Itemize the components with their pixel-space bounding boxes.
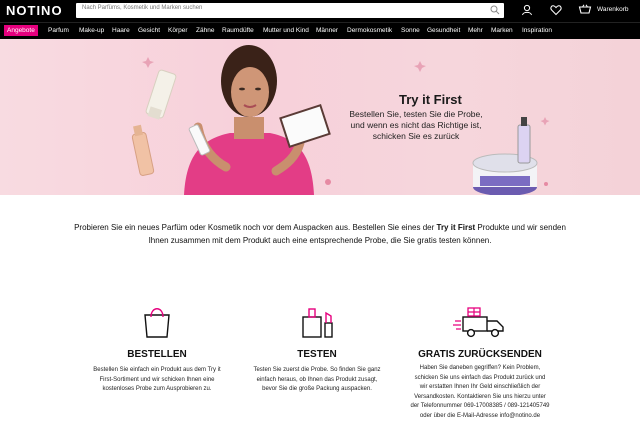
hero-text: Bestellen Sie, testen Sie die Probe, und… <box>349 109 483 141</box>
nav-item[interactable]: Männer <box>316 27 338 34</box>
nav-item[interactable]: Make-up <box>79 27 104 34</box>
shopping-bag-icon <box>144 308 170 338</box>
search-placeholder[interactable]: Nach Parfüms, Kosmetik und Marken suchen <box>82 5 202 11</box>
star-decoration <box>142 57 154 68</box>
cosmetics-icon <box>302 308 333 338</box>
nav-item[interactable]: Raumdüfte <box>222 27 254 34</box>
cart-icon[interactable] <box>578 3 592 17</box>
dot-decoration <box>325 179 331 185</box>
product-serum-bottle <box>131 124 155 176</box>
delivery-truck-icon <box>453 307 504 338</box>
notino-logo[interactable]: NOTINO <box>6 3 63 18</box>
nav-item[interactable]: Inspiration <box>522 27 552 34</box>
intro-text-before: Probieren Sie ein neues Parfüm oder Kosm… <box>74 223 437 232</box>
hero-title: Try it First <box>399 92 462 107</box>
nav-item[interactable]: Sonne <box>401 27 420 34</box>
nav-item[interactable]: Gesundheit <box>427 27 460 34</box>
nav-item[interactable]: Parfum <box>48 27 69 34</box>
hero-illustration <box>131 45 550 195</box>
nav-item[interactable]: Zähne <box>196 27 214 34</box>
nav-item[interactable]: Marken <box>491 27 513 34</box>
nav-item[interactable]: Dermokosmetik <box>347 27 392 34</box>
top-header: NOTINO Nach Parfüms, Kosmetik und Marken… <box>0 0 640 22</box>
dot-decoration <box>544 182 548 186</box>
nav-item-angebote[interactable]: Angebote <box>4 25 38 36</box>
feature-text: Testen Sie zuerst die Probe. So finden S… <box>253 367 381 392</box>
cart-label[interactable]: Warenkorb <box>597 6 629 13</box>
nav-item[interactable]: Mutter und Kind <box>263 27 309 34</box>
user-account-icon[interactable] <box>520 3 534 17</box>
main-navigation: Angebote Parfum Make-up Haare Gesicht Kö… <box>0 22 640 39</box>
search-bar[interactable]: Nach Parfüms, Kosmetik und Marken suchen <box>76 3 504 18</box>
feature-text: Bestellen Sie einfach ein Produkt aus de… <box>93 367 221 392</box>
intro-bold: Try it First <box>436 223 476 232</box>
hero-banner[interactable]: Try it First Bestellen Sie, testen Sie d… <box>0 39 640 195</box>
feature-title: GRATIS ZURÜCKSENDEN <box>418 349 542 360</box>
product-box <box>279 103 331 149</box>
nav-item[interactable]: Körper <box>168 27 188 34</box>
feature-title: BESTELLEN <box>127 349 187 360</box>
nav-item[interactable]: Mehr <box>468 27 483 34</box>
nav-item[interactable]: Gesicht <box>138 27 160 34</box>
star-decoration <box>414 61 426 72</box>
product-sample-vial <box>188 124 211 156</box>
feature-title: TESTEN <box>297 349 337 360</box>
feature-text: Haben Sie daneben gegriffen? Kein Proble… <box>410 365 550 419</box>
star-decoration <box>540 117 550 126</box>
product-perfume-bottle <box>517 117 531 164</box>
product-cream-tube <box>145 69 177 120</box>
intro-paragraph: Probieren Sie ein neues Parfüm oder Kosm… <box>70 221 570 247</box>
wishlist-heart-icon[interactable] <box>549 3 563 17</box>
nav-item[interactable]: Haare <box>112 27 130 34</box>
search-icon[interactable] <box>490 5 500 15</box>
